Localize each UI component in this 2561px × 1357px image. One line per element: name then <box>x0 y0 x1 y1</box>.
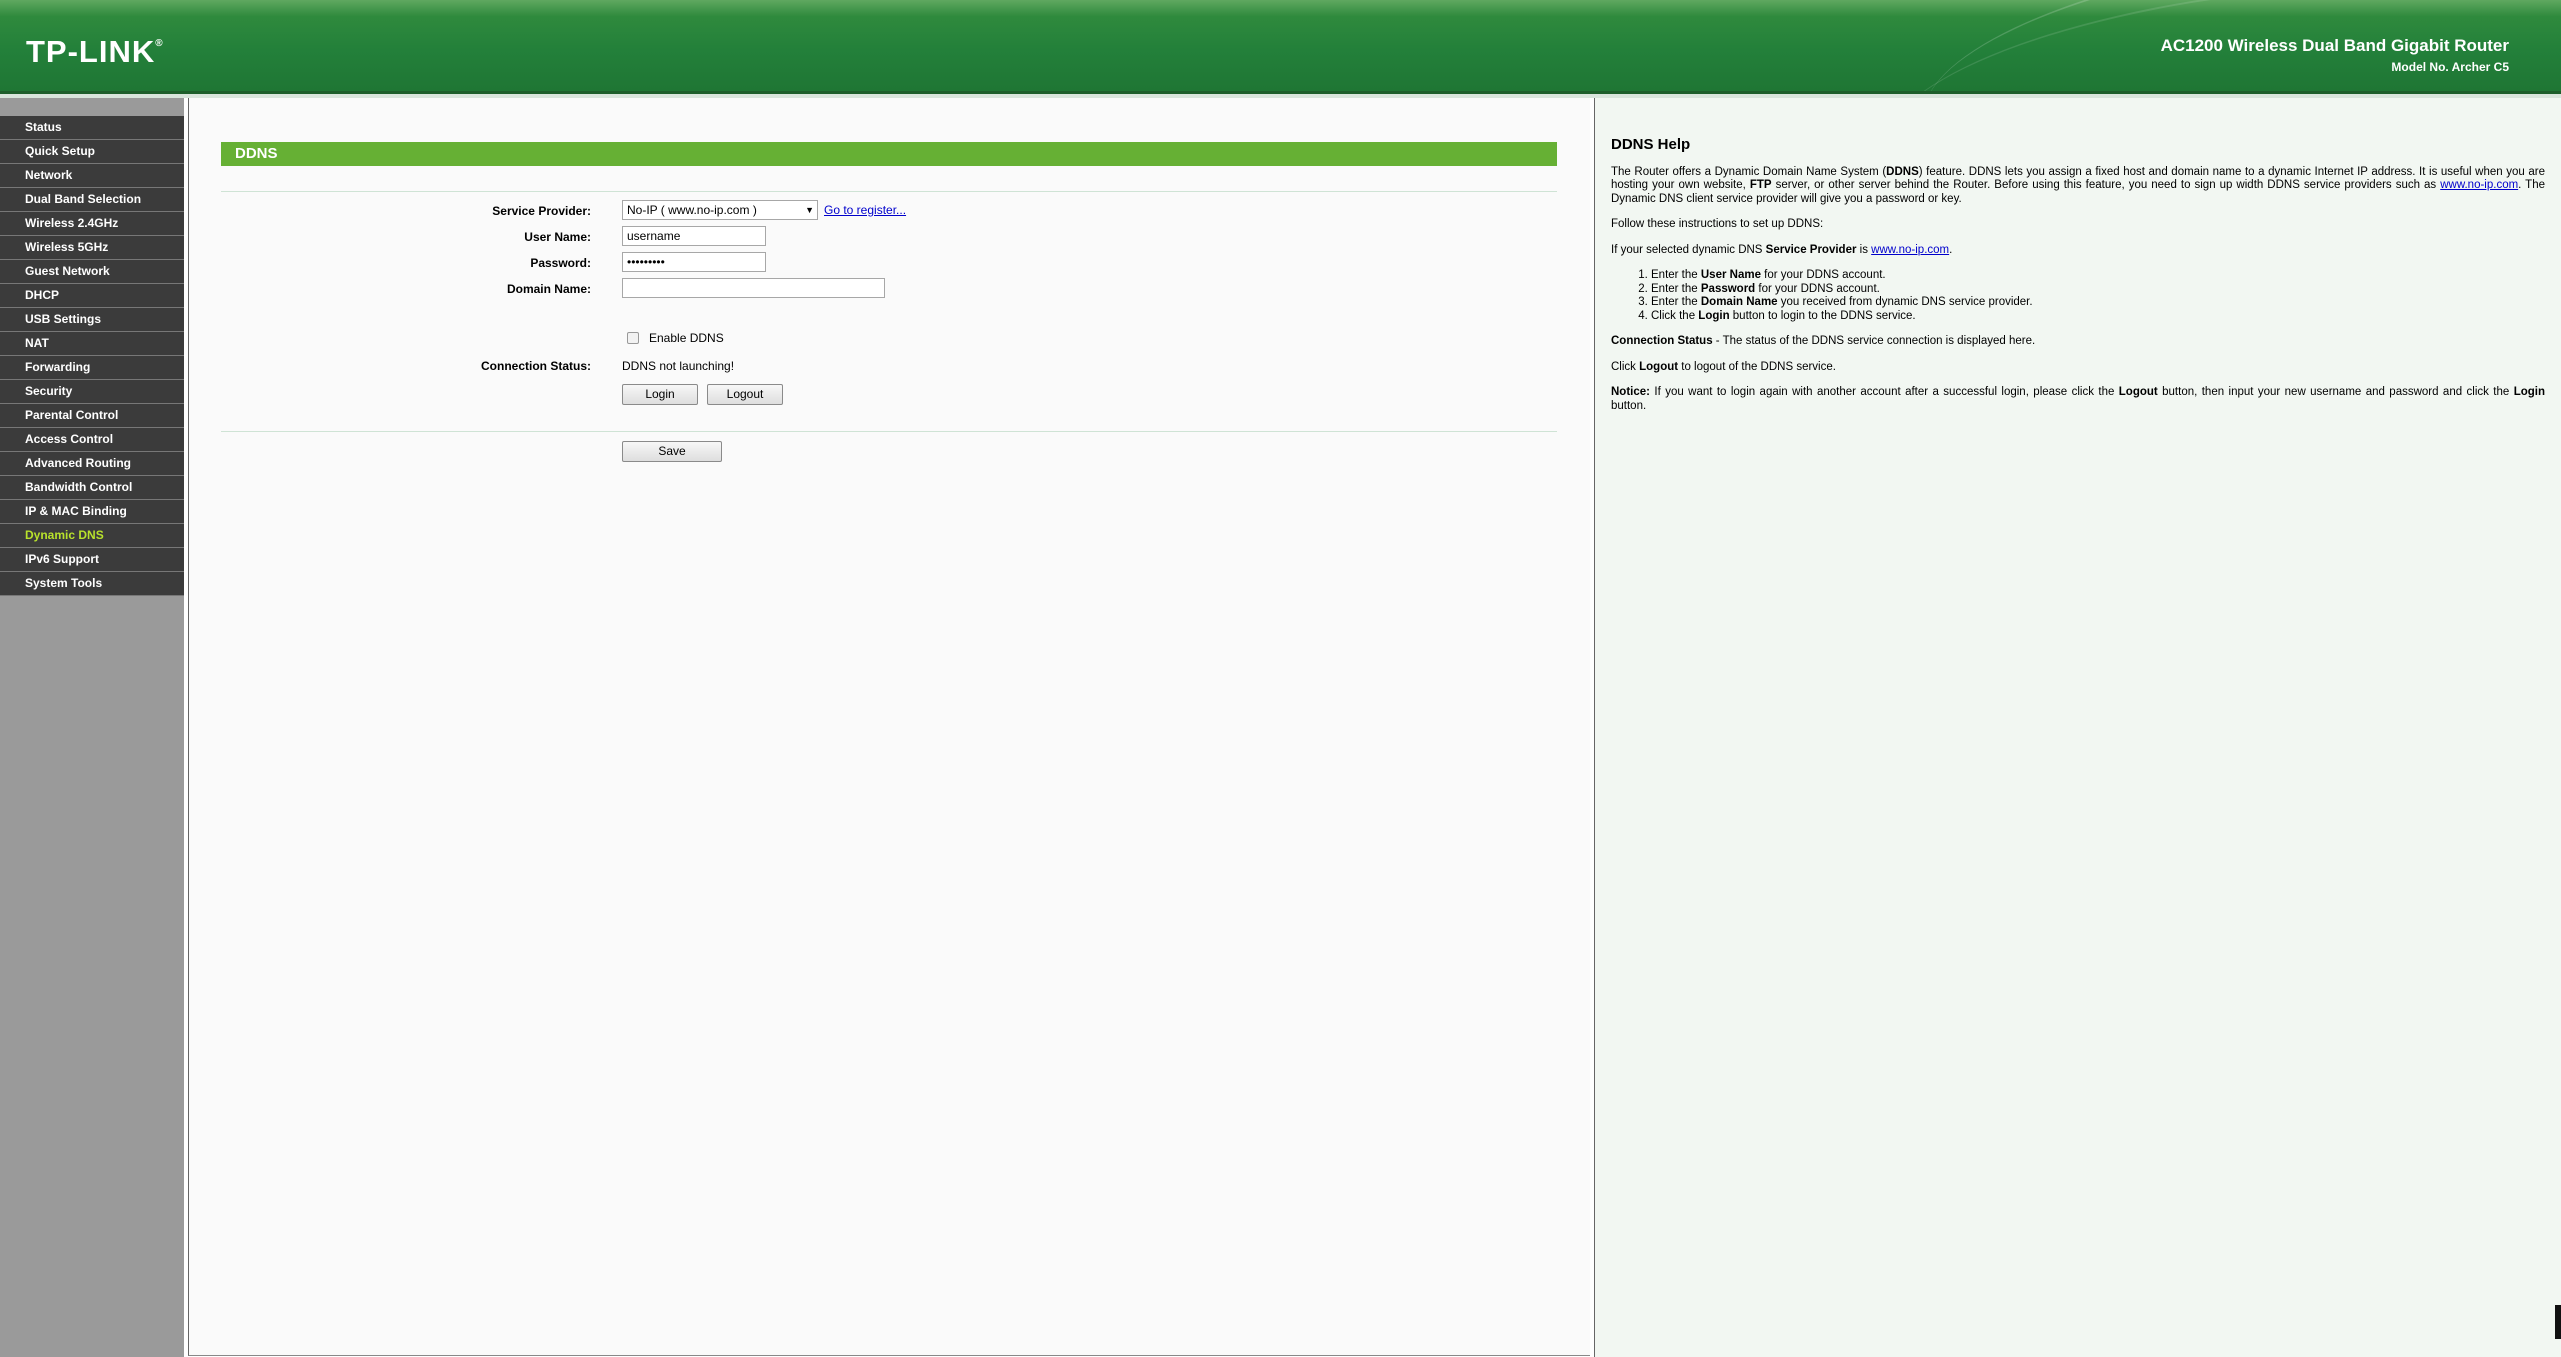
enable-ddns-label: Enable DDNS <box>649 331 724 345</box>
domain-name-label: Domain Name: <box>506 282 591 296</box>
connection-status-value: DDNS not launching! <box>622 359 735 373</box>
help-title: DDNS Help <box>1611 136 1691 153</box>
sidebar-item-bandwidth-control[interactable]: Bandwidth Control <box>0 476 184 500</box>
connection-status-label: Connection Status: <box>481 359 591 373</box>
help-text: is <box>1856 243 1872 256</box>
logout-button[interactable]: Logout <box>707 384 783 405</box>
header-banner: TP-LINK® AC1200 Wireless Dual Band Gigab… <box>0 0 2561 94</box>
help-bold-text: FTP <box>1749 179 1772 191</box>
help-text: for your DDNS account. <box>1760 269 1886 281</box>
username-label: User Name: <box>524 230 591 244</box>
help-text: If you want to login again with another … <box>1649 386 2119 398</box>
help-text: button to login to the DDNS service. <box>1729 309 1916 322</box>
help-bold-text: Password <box>1700 282 1756 295</box>
sidebar-item-wireless-2-4ghz[interactable]: Wireless 2.4GHz <box>0 212 184 236</box>
main-content: DDNS Service Provider: No-IP ( www.no-ip… <box>188 98 1590 1356</box>
help-step: Enter the Password for your DDNS account… <box>1651 283 2545 297</box>
sidebar-item-dynamic-dns[interactable]: Dynamic DNS <box>0 524 184 548</box>
sidebar-item-ip-mac-binding[interactable]: IP & MAC Binding <box>0 500 184 524</box>
help-paragraph: The Router offers a Dynamic Domain Name … <box>1611 166 2545 207</box>
service-provider-label: Service Provider: <box>492 204 591 218</box>
help-paragraph: Follow these instructions to set up DDNS… <box>1611 218 1824 230</box>
help-paragraph: If your selected dynamic DNS Service Pro… <box>1611 244 2545 258</box>
username-input[interactable] <box>622 226 766 246</box>
sidebar-item-guest-network[interactable]: Guest Network <box>0 260 184 284</box>
help-text: button. <box>1611 399 1647 412</box>
model-number: Model No. Archer C5 <box>2391 60 2509 74</box>
help-bold-text: User Name <box>1700 269 1761 281</box>
help-panel: DDNS Help The Router offers a Dynamic Do… <box>1594 98 2561 1357</box>
enable-ddns-row: Enable DDNS <box>627 331 724 345</box>
help-text: to logout of the DDNS service. <box>1678 360 1836 373</box>
service-provider-row: No-IP ( www.no-ip.com ) ▼ Go to register… <box>622 200 906 220</box>
sidebar-item-system-tools[interactable]: System Tools <box>0 572 184 596</box>
login-button[interactable]: Login <box>622 384 698 405</box>
help-text: button, then input your new username and… <box>2157 386 2514 398</box>
sidebar-menu: Status Quick Setup Network Dual Band Sel… <box>0 116 184 596</box>
sidebar-item-dhcp[interactable]: DHCP <box>0 284 184 308</box>
save-button[interactable]: Save <box>622 441 722 462</box>
help-step: Enter the Domain Name you received from … <box>1651 296 2545 310</box>
logo-text: TP-LINK <box>26 34 156 69</box>
help-text: If your selected dynamic DNS <box>1611 243 1766 256</box>
help-text: - The status of the DDNS service connect… <box>1712 335 2036 347</box>
service-provider-select[interactable]: No-IP ( www.no-ip.com ) ▼ <box>622 200 818 220</box>
section-title: DDNS <box>221 142 1557 166</box>
help-text: The Router offers a Dynamic Domain Name … <box>1611 165 1887 178</box>
help-text: . <box>1949 243 1953 256</box>
sidebar-item-dual-band-selection[interactable]: Dual Band Selection <box>0 188 184 212</box>
help-bold-text: Logout <box>2118 386 2158 398</box>
no-ip-link[interactable]: www.no-ip.com <box>2440 179 2518 191</box>
help-bold-text: Notice: <box>1611 386 1650 398</box>
tp-link-logo: TP-LINK® <box>26 34 164 70</box>
help-text: Enter the <box>1651 296 1701 308</box>
help-bold-text: Service Provider <box>1765 243 1857 256</box>
scrollbar-corner <box>2555 1305 2561 1339</box>
sidebar-item-ipv6-support[interactable]: IPv6 Support <box>0 548 184 572</box>
help-bold-text: Connection Status <box>1611 335 1713 347</box>
help-step: Enter the User Name for your DDNS accoun… <box>1651 269 2545 283</box>
help-text: Enter the <box>1651 269 1701 281</box>
sidebar-item-forwarding[interactable]: Forwarding <box>0 356 184 380</box>
sidebar-item-parental-control[interactable]: Parental Control <box>0 404 184 428</box>
sidebar-item-nat[interactable]: NAT <box>0 332 184 356</box>
help-bold-text: Login <box>2513 386 2545 398</box>
help-text: server, or other server behind the Route… <box>1771 179 2441 191</box>
no-ip-link[interactable]: www.no-ip.com <box>1871 244 1949 256</box>
help-text: Click the <box>1651 309 1699 322</box>
help-bold-text: Login <box>1698 309 1730 322</box>
sidebar-item-network[interactable]: Network <box>0 164 184 188</box>
sidebar-item-security[interactable]: Security <box>0 380 184 404</box>
domain-name-input[interactable] <box>622 278 885 298</box>
product-title: AC1200 Wireless Dual Band Gigabit Router <box>2160 36 2509 55</box>
password-label: Password: <box>530 256 591 270</box>
divider-bottom <box>221 431 1557 432</box>
divider-top <box>221 191 1557 192</box>
password-input[interactable]: ••••••••• <box>622 252 766 272</box>
help-bold-text: Domain Name <box>1700 296 1778 308</box>
go-to-register-link[interactable]: Go to register... <box>824 203 906 217</box>
help-step: Click the Login button to login to the D… <box>1651 310 2545 324</box>
help-text: for your DDNS account. <box>1755 282 1880 295</box>
sidebar-item-quick-setup[interactable]: Quick Setup <box>0 140 184 164</box>
help-paragraph: Notice: If you want to login again with … <box>1611 386 2545 413</box>
service-provider-value: No-IP ( www.no-ip.com ) <box>627 203 757 217</box>
sidebar-item-status[interactable]: Status <box>0 116 184 140</box>
help-steps-list: Enter the User Name for your DDNS accoun… <box>1651 269 2545 323</box>
help-paragraph: Connection Status - The status of the DD… <box>1611 335 2545 349</box>
help-text: Click <box>1611 360 1640 373</box>
sidebar: Status Quick Setup Network Dual Band Sel… <box>0 98 184 1357</box>
enable-ddns-checkbox[interactable] <box>627 332 639 344</box>
help-bold-text: DDNS <box>1886 165 1919 178</box>
help-paragraph: Click Logout to logout of the DDNS servi… <box>1611 361 2545 375</box>
sidebar-item-usb-settings[interactable]: USB Settings <box>0 308 184 332</box>
sidebar-item-wireless-5ghz[interactable]: Wireless 5GHz <box>0 236 184 260</box>
help-text: you received from dynamic DNS service pr… <box>1777 296 2033 308</box>
help-text: Enter the <box>1651 282 1701 295</box>
help-bold-text: Logout <box>1639 360 1679 373</box>
sidebar-item-advanced-routing[interactable]: Advanced Routing <box>0 452 184 476</box>
sidebar-item-access-control[interactable]: Access Control <box>0 428 184 452</box>
registered-mark: ® <box>155 38 164 49</box>
dropdown-arrow-icon: ▼ <box>805 205 814 215</box>
